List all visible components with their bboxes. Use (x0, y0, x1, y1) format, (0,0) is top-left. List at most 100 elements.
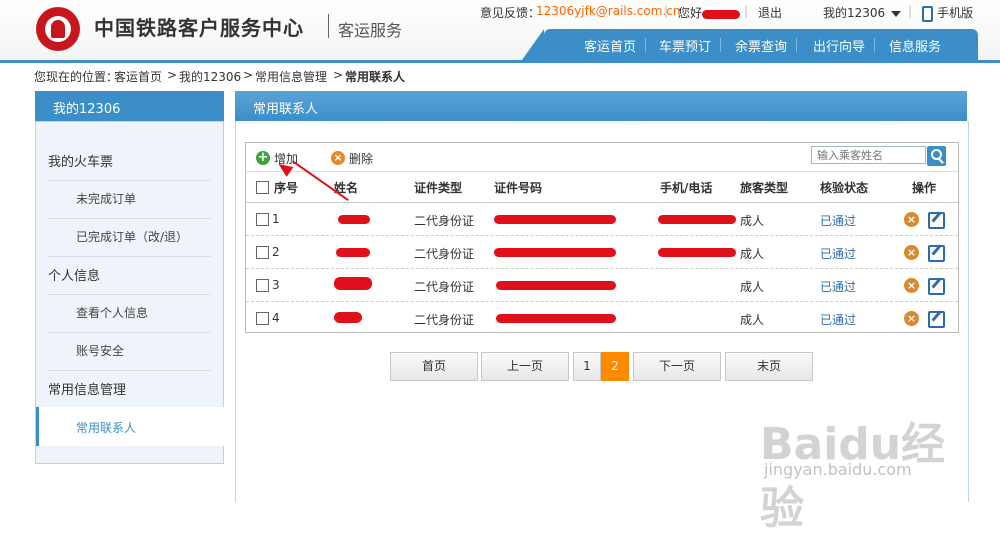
redacted-name (336, 248, 370, 257)
breadcrumb-home[interactable]: 客运首页 (114, 68, 162, 85)
breadcrumb-info-management[interactable]: 常用信息管理 (255, 68, 327, 85)
delete-button[interactable]: 删除 (349, 150, 373, 167)
chevron-down-icon (891, 10, 902, 17)
row-no: 1 (272, 212, 280, 226)
nav-ticket-booking[interactable]: 车票预订 (659, 36, 711, 55)
col-id-type: 证件类型 (414, 181, 463, 195)
delete-row-icon[interactable]: × (904, 278, 919, 293)
nav-divider (720, 38, 721, 52)
redacted-name (334, 277, 372, 290)
feedback-email-link[interactable]: 12306yjfk@rails.com.cn (536, 4, 680, 18)
first-page-button[interactable]: 首页 (390, 352, 478, 381)
row-status-link[interactable]: 已通过 (820, 311, 856, 328)
row-passenger-type: 成人 (740, 214, 765, 228)
row-checkbox[interactable] (256, 213, 269, 226)
sidebar-item-unfinished-orders[interactable]: 未完成订单 (76, 190, 136, 207)
top-divider: | (908, 4, 913, 18)
main-title: 常用联系人 (253, 102, 319, 117)
username-redacted (702, 7, 740, 21)
header-underline (0, 60, 1000, 63)
row-no: 3 (272, 278, 280, 292)
sidebar-item-finished-orders[interactable]: 已完成订单（改/退） (76, 228, 188, 245)
sidebar-header: 我的12306 (35, 91, 224, 121)
table-row: 3 二代身份证 成人 已通过 × (246, 269, 958, 302)
sidebar-divider (48, 218, 211, 219)
col-phone: 手机/电话 (660, 181, 713, 195)
nav-travel-guide[interactable]: 出行向导 (813, 36, 865, 55)
breadcrumb-sep: > (243, 68, 254, 82)
watermark: Baidu经验 jingyan.baidu.com (740, 390, 980, 534)
nav-divider (796, 38, 797, 52)
row-checkbox[interactable] (256, 312, 269, 325)
row-status-link[interactable]: 已通过 (820, 245, 856, 262)
sidebar-divider (48, 370, 211, 371)
sidebar-divider (48, 332, 211, 333)
row-passenger-type: 成人 (740, 280, 765, 294)
redacted-id-number (494, 248, 616, 257)
last-page-button[interactable]: 末页 (725, 352, 813, 381)
page-1-button[interactable]: 1 (573, 352, 601, 381)
sidebar-title: 我的12306 (53, 102, 121, 117)
table-row: 1 二代身份证 成人 已通过 × (246, 203, 958, 236)
phone-icon (922, 5, 933, 22)
redacted-name (334, 312, 362, 323)
header: 中国铁路客户服务中心 客运服务 意见反馈： 12306yjfk@rails.co… (0, 0, 1000, 60)
breadcrumb-my12306[interactable]: 我的12306 (179, 68, 241, 85)
sidebar-item-account-security[interactable]: 账号安全 (76, 342, 124, 359)
col-no: 序号 (274, 181, 299, 195)
redacted-id-number (494, 215, 616, 224)
nav-divider (645, 38, 646, 52)
next-page-button[interactable]: 下一页 (633, 352, 721, 381)
add-icon[interactable]: + (256, 151, 270, 165)
edit-icon[interactable] (928, 212, 945, 229)
table-row: 4 二代身份证 成人 已通过 × (246, 302, 958, 334)
main-header: 常用联系人 (235, 91, 967, 121)
title-divider (328, 14, 329, 38)
delete-row-icon[interactable]: × (904, 245, 919, 260)
edit-icon[interactable] (928, 278, 945, 295)
row-checkbox[interactable] (256, 246, 269, 259)
sidebar: 我的火车票 未完成订单 已完成订单（改/退） 个人信息 查看个人信息 账号安全 … (35, 121, 226, 464)
col-passenger-type: 旅客类型 (740, 181, 789, 195)
passenger-search-input[interactable] (811, 146, 926, 164)
row-no: 4 (272, 311, 280, 325)
search-icon[interactable] (927, 146, 946, 166)
delete-row-icon[interactable]: × (904, 212, 919, 227)
col-id-number: 证件号码 (494, 181, 543, 195)
row-checkbox[interactable] (256, 279, 269, 292)
col-actions: 操作 (912, 181, 937, 195)
breadcrumb-current: 常用联系人 (345, 70, 406, 84)
my12306-menu[interactable]: 我的12306 (823, 4, 902, 21)
edit-icon[interactable] (928, 245, 945, 262)
prev-page-button[interactable]: 上一页 (481, 352, 569, 381)
sidebar-section-personal-info[interactable]: 个人信息 (48, 265, 100, 284)
sidebar-item-view-personal-info[interactable]: 查看个人信息 (76, 304, 148, 321)
railway-logo-icon[interactable] (36, 7, 80, 51)
contacts-toolbar: + 增加 × 删除 (246, 143, 958, 172)
contacts-panel: + 增加 × 删除 序号 姓名 证件类型 证件号码 手机/电话 旅客类型 核验状… (245, 142, 959, 333)
nav-home[interactable]: 客运首页 (584, 36, 636, 55)
page-2-button[interactable]: 2 (601, 352, 629, 381)
redacted-phone (658, 215, 736, 224)
table-row: 2 二代身份证 成人 已通过 × (246, 236, 958, 269)
site-subtitle: 客运服务 (338, 21, 403, 40)
delete-icon[interactable]: × (331, 151, 345, 165)
sidebar-section-tickets[interactable]: 我的火车票 (48, 151, 113, 170)
row-status-link[interactable]: 已通过 (820, 278, 856, 295)
redacted-phone (658, 248, 736, 257)
row-status-link[interactable]: 已通过 (820, 212, 856, 229)
sidebar-item-common-contacts[interactable]: 常用联系人 (36, 407, 226, 446)
select-all-checkbox[interactable] (256, 181, 269, 194)
sidebar-section-info-management[interactable]: 常用信息管理 (48, 379, 126, 398)
row-id-type: 二代身份证 (414, 313, 475, 327)
top-divider: | (744, 4, 749, 18)
sidebar-divider (48, 256, 211, 257)
mobile-version-link[interactable]: 手机版 (922, 4, 973, 22)
nav-info-service[interactable]: 信息服务 (889, 36, 941, 55)
edit-icon[interactable] (928, 311, 945, 328)
row-no: 2 (272, 245, 280, 259)
delete-row-icon[interactable]: × (904, 311, 919, 326)
nav-remaining-tickets[interactable]: 余票查询 (735, 36, 787, 55)
row-id-type: 二代身份证 (414, 247, 475, 261)
logout-link[interactable]: 退出 (758, 4, 782, 21)
